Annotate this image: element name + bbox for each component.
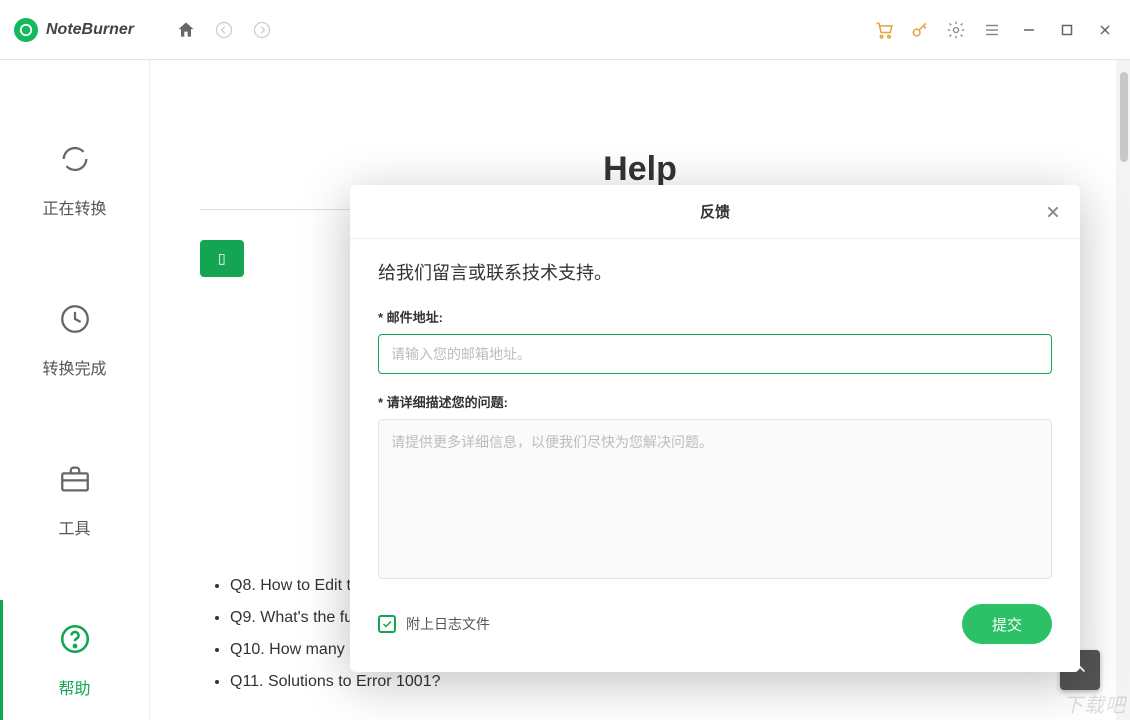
back-icon[interactable]: [210, 16, 238, 44]
menu-icon[interactable]: [976, 14, 1008, 46]
brand: NoteBurner: [0, 18, 150, 42]
attach-log-label: 附上日志文件: [406, 614, 490, 634]
clock-icon: [58, 302, 92, 341]
forward-icon[interactable]: [248, 16, 276, 44]
modal-body: 给我们留言或联系技术支持。 * 邮件地址: * 请详细描述您的问题: 附上日志文…: [350, 239, 1080, 672]
sidebar-item-converting[interactable]: 正在转换: [0, 100, 149, 260]
home-icon[interactable]: [172, 16, 200, 44]
refresh-icon: [58, 142, 92, 181]
cart-icon[interactable]: [868, 14, 900, 46]
email-input[interactable]: [378, 334, 1052, 374]
submit-button[interactable]: 提交: [962, 604, 1052, 644]
sidebar: 正在转换 转换完成 工具 帮助: [0, 60, 150, 720]
sidebar-item-tools[interactable]: 工具: [0, 420, 149, 580]
email-label: * 邮件地址:: [378, 307, 1052, 326]
close-icon[interactable]: [1040, 199, 1066, 225]
maximize-button[interactable]: [1050, 14, 1084, 46]
attach-log-checkbox[interactable]: [378, 615, 396, 633]
modal-title: 反馈: [700, 201, 730, 222]
close-button[interactable]: [1088, 14, 1122, 46]
key-icon[interactable]: [904, 14, 936, 46]
sidebar-item-label: 转换完成: [42, 355, 106, 379]
main-area: Help ▯ Q8. How to Edit the Tags of the M…: [150, 60, 1130, 720]
modal-header: 反馈: [350, 185, 1080, 239]
brand-logo-icon: [14, 18, 38, 42]
nav-controls: [150, 16, 276, 44]
help-icon: [58, 622, 92, 661]
help-action-button[interactable]: ▯: [200, 240, 244, 277]
titlebar: NoteBurner: [0, 0, 1130, 60]
scrollbar-thumb[interactable]: [1120, 72, 1128, 162]
sidebar-item-help[interactable]: 帮助: [0, 580, 149, 720]
sidebar-item-label: 正在转换: [42, 195, 106, 219]
sidebar-item-label: 工具: [58, 515, 90, 539]
toolbox-icon: [58, 462, 92, 501]
modal-footer: 附上日志文件 提交: [378, 604, 1052, 644]
feedback-modal: 反馈 给我们留言或联系技术支持。 * 邮件地址: * 请详细描述您的问题:: [350, 185, 1080, 672]
app-window: NoteBurner: [0, 0, 1130, 720]
brand-name: NoteBurner: [46, 21, 134, 39]
app-body: 正在转换 转换完成 工具 帮助: [0, 60, 1130, 720]
page-title: Help: [170, 150, 1110, 189]
modal-subtitle: 给我们留言或联系技术支持。: [378, 259, 1052, 285]
sidebar-item-label: 帮助: [58, 675, 90, 699]
faq-item[interactable]: Q11. Solutions to Error 1001?: [230, 673, 1080, 691]
minimize-button[interactable]: [1012, 14, 1046, 46]
vertical-scrollbar[interactable]: [1116, 60, 1130, 720]
description-label: * 请详细描述您的问题:: [378, 392, 1052, 411]
sidebar-item-completed[interactable]: 转换完成: [0, 260, 149, 420]
titlebar-right: [868, 14, 1130, 46]
gear-icon[interactable]: [940, 14, 972, 46]
description-textarea[interactable]: [378, 419, 1052, 579]
